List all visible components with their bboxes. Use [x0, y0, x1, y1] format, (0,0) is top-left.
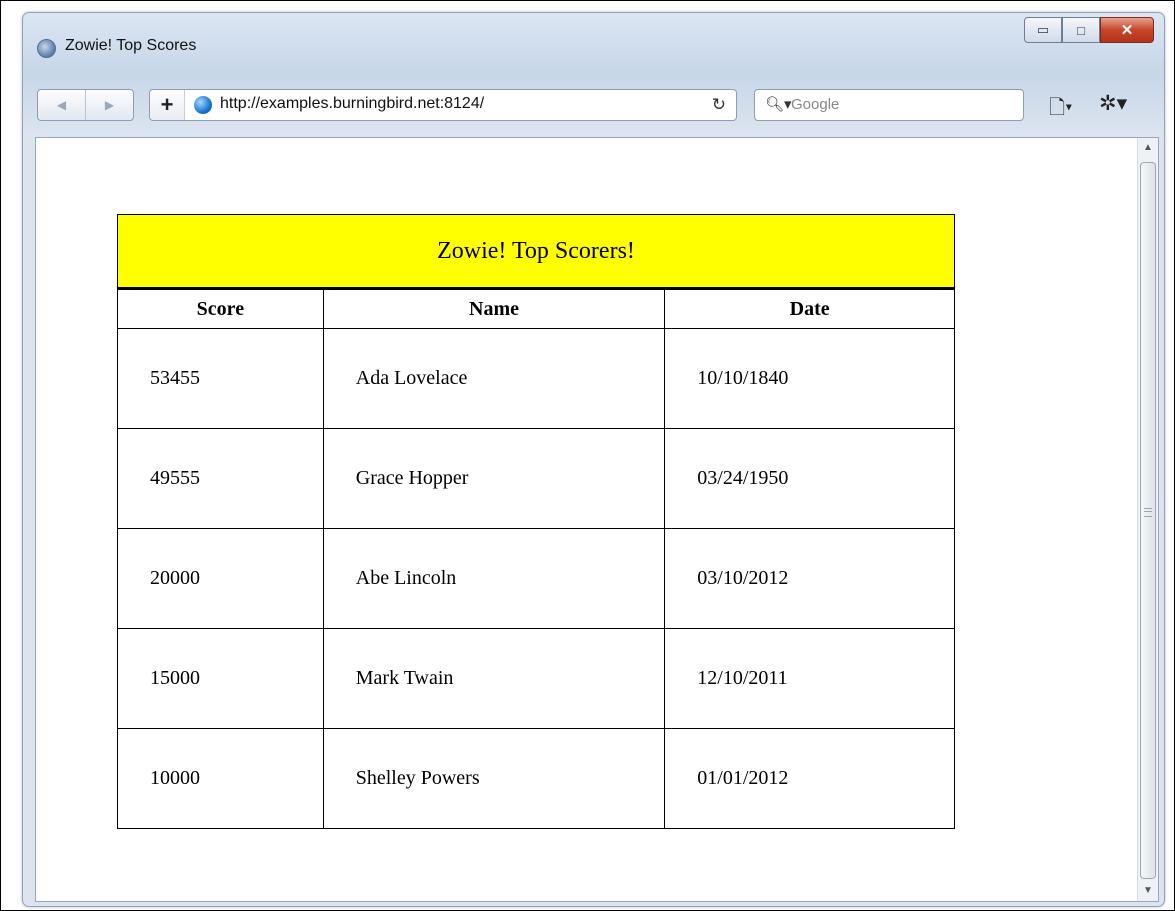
back-arrow-icon: ◀	[56, 98, 67, 112]
minimize-button[interactable]: ▭	[1024, 17, 1062, 43]
search-icon[interactable]: 🔍︎▾	[765, 95, 792, 113]
add-bookmark-button[interactable]: +	[150, 90, 185, 120]
date-cell: 01/01/2012	[664, 728, 955, 829]
table-row: 49555 Grace Hopper 03/24/1950	[117, 428, 955, 529]
table-row: 10000 Shelley Powers 01/01/2012	[117, 728, 955, 829]
date-cell: 10/10/1840	[664, 328, 955, 429]
table-row: 53455 Ada Lovelace 10/10/1840	[117, 328, 955, 429]
score-cell: 53455	[117, 328, 324, 429]
score-cell: 49555	[117, 428, 324, 529]
name-cell: Shelley Powers	[322, 728, 666, 829]
page-menu-icon[interactable]: 🗋▾	[1049, 93, 1072, 127]
table-header-row: Score Name Date	[117, 289, 955, 329]
name-cell: Abe Lincoln	[322, 528, 666, 629]
date-cell: 12/10/2011	[664, 628, 955, 729]
url-text[interactable]: http://examples.burningbird.net:8124/	[220, 95, 484, 113]
browser-app-icon	[37, 39, 56, 58]
forward-button[interactable]: ▶	[85, 90, 133, 120]
window-controls: ▭ □ ✕	[1024, 17, 1154, 43]
table-row: 20000 Abe Lincoln 03/10/2012	[117, 528, 955, 629]
browser-window: Zowie! Top Scores ▭ □ ✕ ◀ ▶ + http://exa…	[22, 12, 1165, 907]
reload-icon[interactable]: ↻	[712, 95, 726, 115]
scroll-up-arrow-icon[interactable]: ▲	[1138, 138, 1158, 158]
title-bar: Zowie! Top Scores ▭ □ ✕	[23, 13, 1164, 73]
date-cell: 03/24/1950	[664, 428, 955, 529]
score-cell: 15000	[117, 628, 324, 729]
maximize-button[interactable]: □	[1062, 17, 1100, 43]
plus-icon: +	[160, 92, 174, 117]
header-name: Name	[322, 289, 666, 329]
date-cell: 03/10/2012	[664, 528, 955, 629]
score-cell: 10000	[117, 728, 324, 829]
grip-icon	[1144, 508, 1152, 517]
scroll-thumb[interactable]	[1140, 162, 1156, 879]
name-cell: Grace Hopper	[322, 428, 666, 529]
settings-gear-icon[interactable]: ✲▾	[1099, 91, 1127, 116]
close-button[interactable]: ✕	[1100, 17, 1154, 43]
name-cell: Mark Twain	[322, 628, 666, 729]
vertical-scrollbar[interactable]: ▲ ▼	[1137, 138, 1158, 901]
table-caption: Zowie! Top Scorers!	[117, 214, 955, 289]
window-title: Zowie! Top Scores	[65, 37, 197, 54]
scroll-down-arrow-icon[interactable]: ▼	[1138, 881, 1158, 901]
back-button[interactable]: ◀	[38, 90, 85, 120]
search-input[interactable]	[791, 93, 1011, 115]
globe-icon	[194, 96, 212, 114]
search-box[interactable]: 🔍︎▾	[754, 89, 1024, 121]
name-cell: Ada Lovelace	[322, 328, 666, 429]
forward-arrow-icon: ▶	[104, 98, 115, 112]
score-cell: 20000	[117, 528, 324, 629]
browser-toolbar: ◀ ▶ + http://examples.burningbird.net:81…	[23, 73, 1164, 137]
address-bar[interactable]: + http://examples.burningbird.net:8124/ …	[149, 89, 737, 121]
navigation-buttons: ◀ ▶	[37, 89, 134, 121]
header-score: Score	[117, 289, 324, 329]
table-row: 15000 Mark Twain 12/10/2011	[117, 628, 955, 729]
page-content: Zowie! Top Scorers! Score Name Date 5345…	[35, 137, 1159, 902]
scores-table: Zowie! Top Scorers! Score Name Date 5345…	[117, 214, 955, 829]
header-date: Date	[664, 289, 955, 329]
